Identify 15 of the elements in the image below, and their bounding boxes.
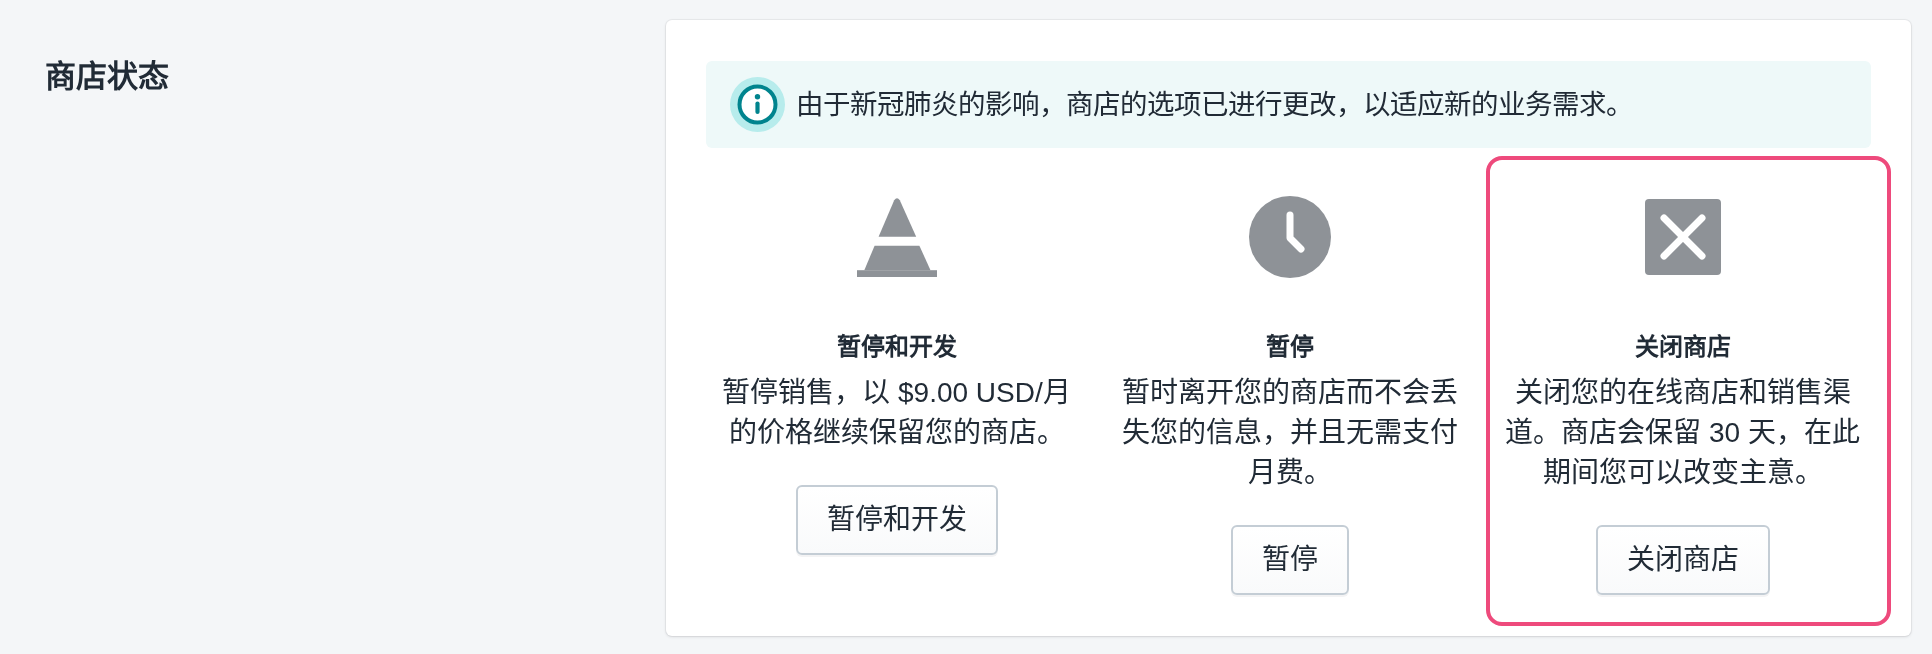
option-description: 关闭您的在线商店和销售渠道。商店会保留 30 天，在此期间您可以改变主意。 [1504,376,1861,490]
close-icon [1644,199,1721,275]
action-button[interactable]: 关闭商店 [1595,525,1770,595]
info-icon [730,77,785,132]
option-title: 暂停和开发 [836,332,957,362]
action-button[interactable]: 暂停和开发 [795,485,998,555]
banner-message: 由于新冠肺炎的影响，商店的选项已进行更改，以适应新的业务需求。 [796,87,1633,122]
option-title: 关闭商店 [1634,332,1731,362]
action-button[interactable]: 暂停 [1230,525,1349,595]
section-title: 商店状态 [45,60,169,94]
option-description: 暂时离开您的商店而不会丢失您的信息，并且无需支付月费。 [1120,376,1459,490]
option-title: 暂停 [1265,332,1314,362]
option-description: 暂停销售，以 $9.00 USD/月的价格继续保留您的商店。 [721,376,1072,450]
clock-icon [1248,196,1331,278]
cone-icon [856,197,937,277]
